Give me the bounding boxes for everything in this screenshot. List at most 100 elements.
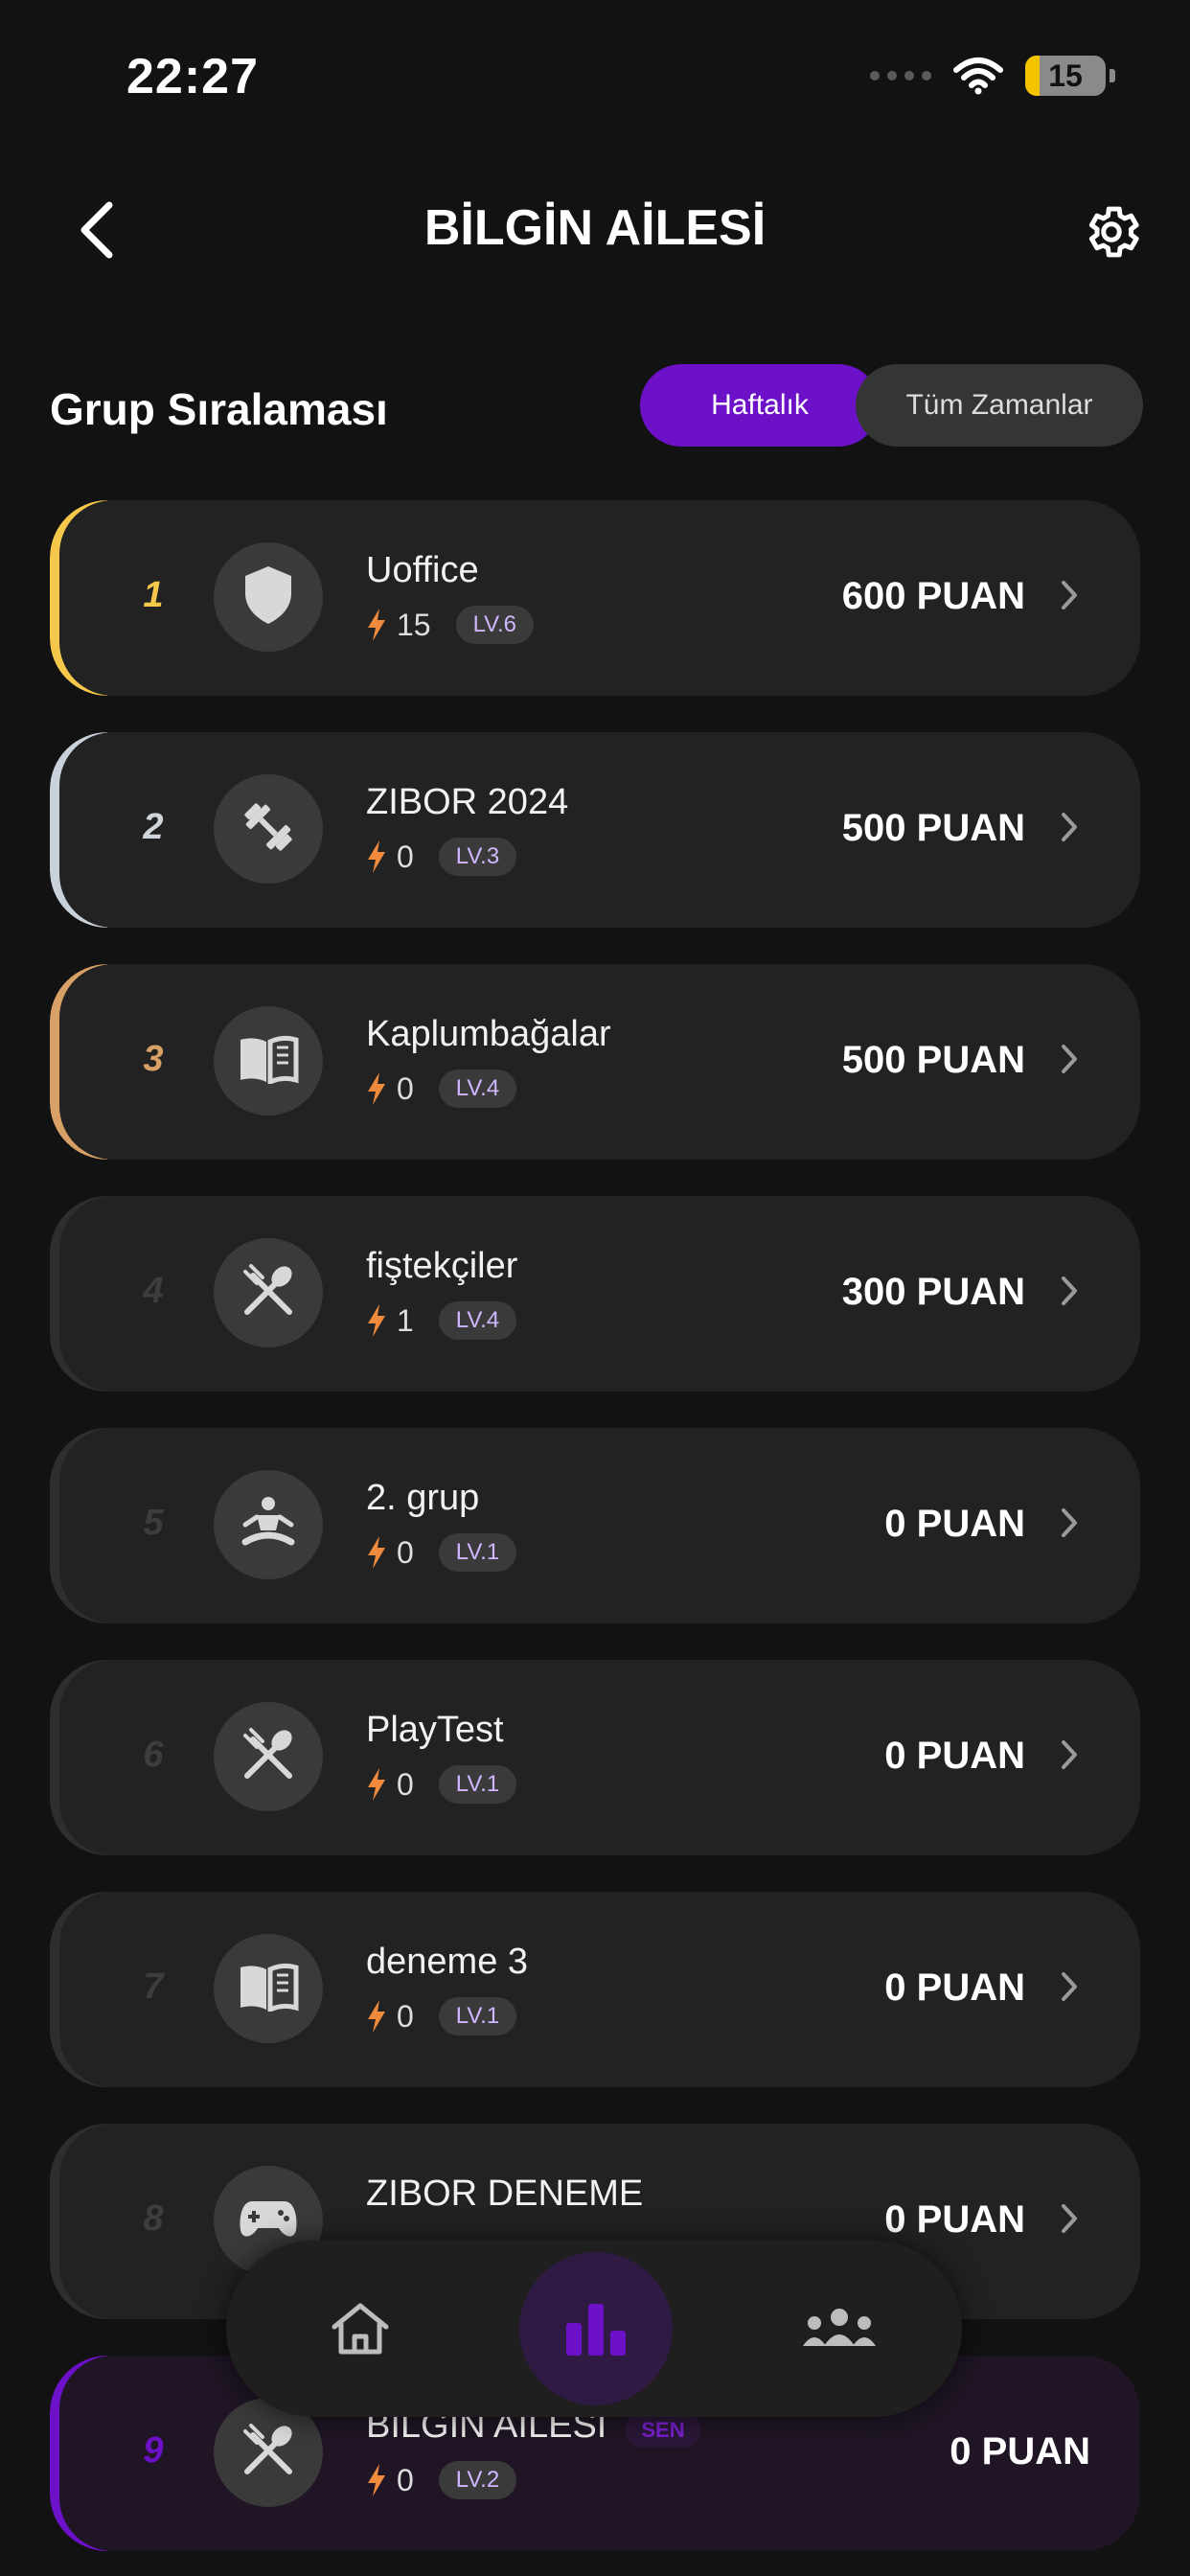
shield-icon bbox=[241, 564, 295, 631]
chevron-right-icon bbox=[1062, 1740, 1077, 1769]
group-card[interactable]: 4 fiştekçiler 1 LV.4 300 PUAN bbox=[50, 1196, 1140, 1392]
utensils-icon bbox=[240, 1262, 297, 1324]
streak-count: 0 bbox=[397, 839, 414, 874]
group-avatar bbox=[214, 1934, 323, 2043]
rank-number: 1 bbox=[143, 575, 164, 615]
streak-bolt-icon bbox=[368, 1072, 385, 1105]
rank-number: 4 bbox=[143, 1271, 164, 1311]
streak-count: 0 bbox=[397, 2462, 414, 2497]
group-avatar bbox=[214, 542, 323, 652]
group-meta: 0 LV.1 bbox=[366, 1533, 517, 1572]
rank-number: 5 bbox=[143, 1503, 164, 1543]
you-badge: SEN bbox=[626, 2412, 700, 2448]
rank-number: 3 bbox=[143, 1039, 164, 1079]
streak-bolt-icon bbox=[368, 1304, 385, 1337]
utensils-icon bbox=[240, 2422, 297, 2484]
chevron-right-icon bbox=[1062, 1972, 1077, 2001]
group-meta: 15 LV.6 bbox=[366, 606, 534, 644]
chevron-right-icon bbox=[1062, 581, 1077, 610]
streak-count: 0 bbox=[397, 1998, 414, 2034]
groups-icon bbox=[803, 2309, 876, 2346]
level-badge: LV.4 bbox=[438, 1301, 517, 1340]
group-meta: 0 LV.2 bbox=[366, 2461, 517, 2499]
dumbbell-icon bbox=[239, 797, 298, 862]
leaderboard-icon bbox=[566, 2304, 626, 2356]
rank-number: 8 bbox=[143, 2198, 164, 2239]
nav-home-button[interactable] bbox=[322, 2290, 399, 2367]
group-name: ZIBOR DENEME bbox=[366, 2174, 644, 2214]
streak-count: 15 bbox=[397, 607, 431, 642]
rank-number: 6 bbox=[143, 1735, 164, 1775]
group-meta: 1 LV.4 bbox=[366, 1301, 517, 1340]
status-time: 22:27 bbox=[126, 49, 259, 104]
level-badge: LV.1 bbox=[438, 1765, 517, 1804]
group-avatar bbox=[214, 1702, 323, 1811]
gamepad-icon bbox=[239, 2197, 298, 2244]
nav-groups-button[interactable] bbox=[797, 2290, 881, 2367]
header: BİLGİN AİLESİ bbox=[0, 172, 1190, 288]
streak-bolt-icon bbox=[368, 840, 385, 873]
chevron-right-icon bbox=[1062, 1276, 1077, 1305]
streak-bolt-icon bbox=[368, 2464, 385, 2496]
group-name: ZIBOR 2024 bbox=[366, 782, 569, 822]
streak-bolt-icon bbox=[368, 1536, 385, 1569]
group-card[interactable]: 3 Kaplumbağalar 0 LV.4 500 PUAN bbox=[50, 964, 1140, 1160]
chevron-right-icon bbox=[1062, 813, 1077, 841]
rank-number: 2 bbox=[143, 807, 164, 847]
tab-weekly[interactable]: Haftalık bbox=[640, 364, 880, 447]
group-name: Kaplumbağalar bbox=[366, 1014, 611, 1054]
group-card[interactable]: 6 PlayTest 0 LV.1 0 PUAN bbox=[50, 1660, 1140, 1855]
group-name: Uoffice bbox=[366, 550, 479, 590]
group-card[interactable]: 5 2. grup 0 LV.1 0 PUAN bbox=[50, 1428, 1140, 1623]
group-card[interactable]: 2 ZIBOR 2024 0 LV.3 500 PUAN bbox=[50, 732, 1140, 928]
tab-all-time[interactable]: Tüm Zamanlar bbox=[856, 364, 1143, 447]
page-title: BİLGİN AİLESİ bbox=[423, 200, 767, 256]
group-points: 500 PUAN bbox=[841, 807, 1025, 849]
level-badge: LV.1 bbox=[438, 1997, 517, 2036]
group-avatar bbox=[214, 1006, 323, 1116]
group-avatar bbox=[214, 1238, 323, 1347]
group-points: 0 PUAN bbox=[884, 1735, 1025, 1777]
battery-level: 15 bbox=[1048, 58, 1083, 93]
group-name: fiştekçiler bbox=[366, 1246, 518, 1286]
bottom-nav bbox=[226, 2241, 962, 2417]
group-meta: 0 LV.4 bbox=[366, 1070, 517, 1108]
group-name: PlayTest bbox=[366, 1710, 504, 1750]
book-icon bbox=[237, 1962, 300, 2016]
utensils-icon bbox=[240, 1726, 297, 1788]
settings-button[interactable] bbox=[1071, 192, 1152, 272]
streak-count: 1 bbox=[397, 1302, 414, 1338]
streak-count: 0 bbox=[397, 1070, 414, 1106]
level-badge: LV.1 bbox=[438, 1533, 517, 1572]
group-points: 300 PUAN bbox=[841, 1271, 1025, 1313]
streak-count: 0 bbox=[397, 1534, 414, 1570]
gear-icon bbox=[1088, 206, 1139, 258]
ranking-header: Grup Sıralaması Haftalık Tüm Zamanlar bbox=[50, 360, 1144, 452]
group-meta: 0 LV.1 bbox=[366, 1997, 517, 2036]
group-card[interactable]: 7 deneme 3 0 LV.1 0 PUAN bbox=[50, 1892, 1140, 2087]
book-icon bbox=[237, 1034, 300, 1089]
meditation-icon bbox=[240, 1496, 297, 1554]
group-points: 0 PUAN bbox=[950, 2430, 1090, 2472]
group-card[interactable]: 1 Uoffice 15 LV.6 600 PUAN bbox=[50, 500, 1140, 696]
streak-bolt-icon bbox=[368, 1768, 385, 1801]
chevron-right-icon bbox=[1062, 1508, 1077, 1537]
group-meta: 0 LV.3 bbox=[366, 838, 517, 876]
cellular-signal-icon bbox=[870, 71, 931, 80]
streak-bolt-icon bbox=[368, 609, 385, 641]
group-meta: 0 LV.1 bbox=[366, 1765, 517, 1804]
home-icon bbox=[332, 2303, 389, 2355]
rank-number: 7 bbox=[143, 1966, 164, 2007]
chevron-right-icon bbox=[1062, 2204, 1077, 2233]
group-name: 2. grup bbox=[366, 1478, 480, 1518]
section-title: Grup Sıralaması bbox=[50, 384, 388, 434]
status-bar: 22:27 15 bbox=[0, 0, 1190, 153]
group-points: 500 PUAN bbox=[841, 1039, 1025, 1081]
nav-leaderboard-button[interactable] bbox=[519, 2252, 673, 2405]
chevron-right-icon bbox=[1062, 1045, 1077, 1073]
group-avatar bbox=[214, 1470, 323, 1579]
group-points: 0 PUAN bbox=[884, 1503, 1025, 1545]
rank-number: 9 bbox=[143, 2430, 164, 2471]
battery-icon: 15 bbox=[1025, 56, 1106, 96]
level-badge: LV.6 bbox=[455, 606, 534, 644]
